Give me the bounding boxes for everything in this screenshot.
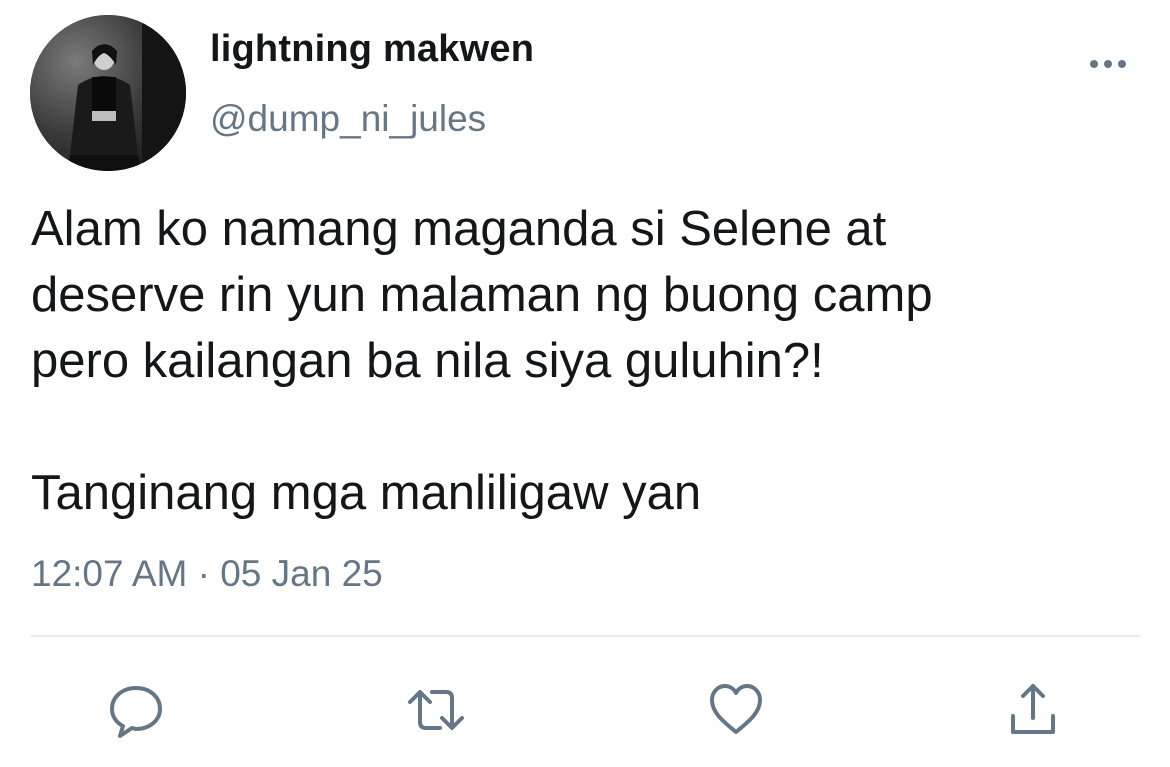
more-options-icon[interactable]	[1086, 54, 1130, 74]
tweet-card: lightning makwen @dump_ni_jules Alam ko …	[0, 0, 1170, 767]
divider	[31, 635, 1140, 637]
share-icon	[1011, 684, 1055, 734]
tweet-timestamp[interactable]: 12:07 AM · 05 Jan 25	[31, 553, 383, 595]
display-name[interactable]: lightning makwen	[210, 28, 534, 71]
reply-button[interactable]	[106, 680, 166, 740]
like-button[interactable]	[706, 680, 766, 740]
retweet-button[interactable]	[406, 680, 466, 740]
tweet-text: Alam ko namang maganda si Selene at dese…	[31, 202, 933, 520]
avatar[interactable]	[30, 15, 186, 171]
heart-icon	[710, 684, 762, 734]
user-handle[interactable]: @dump_ni_jules	[210, 98, 486, 140]
share-button[interactable]	[1003, 680, 1063, 740]
reply-icon	[110, 686, 162, 738]
retweet-icon	[408, 690, 464, 730]
avatar-photo	[30, 15, 186, 171]
